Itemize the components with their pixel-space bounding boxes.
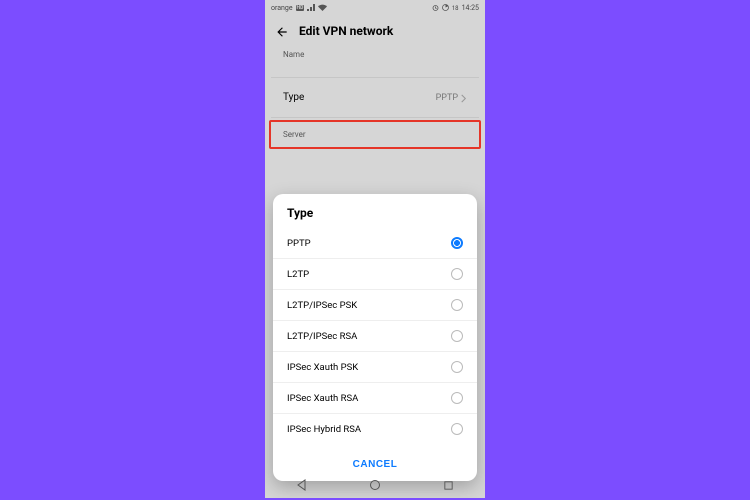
radio-unchecked-icon[interactable] bbox=[451, 392, 463, 404]
back-icon[interactable] bbox=[275, 24, 289, 38]
server-label: Server bbox=[283, 130, 467, 139]
type-option[interactable]: IPSec Xauth RSA bbox=[273, 382, 477, 413]
nav-back-icon[interactable] bbox=[295, 478, 309, 492]
hd-badge: HD bbox=[296, 5, 305, 11]
cancel-button[interactable]: CANCEL bbox=[353, 459, 398, 470]
screen-header: Edit VPN network bbox=[265, 16, 485, 44]
radio-checked-icon[interactable] bbox=[451, 237, 463, 249]
type-option-label: L2TP/IPSec RSA bbox=[287, 331, 451, 342]
alarm-icon bbox=[432, 4, 439, 13]
signal-icon bbox=[307, 4, 315, 13]
type-value: PPTP bbox=[436, 93, 458, 103]
type-option-label: PPTP bbox=[287, 238, 451, 249]
radio-unchecked-icon[interactable] bbox=[451, 330, 463, 342]
type-label: Type bbox=[283, 92, 436, 103]
status-bar: orange HD 18 14:25 bbox=[265, 0, 485, 16]
battery-percent: 18 bbox=[452, 5, 459, 12]
page-title: Edit VPN network bbox=[299, 24, 393, 38]
name-label: Name bbox=[283, 50, 467, 59]
type-option[interactable]: IPSec Xauth PSK bbox=[273, 351, 477, 382]
clock-label: 14:25 bbox=[462, 4, 479, 12]
phone-frame: orange HD 18 14:25 Edit VPN network bbox=[265, 0, 485, 498]
type-row[interactable]: Type PPTP bbox=[271, 78, 479, 118]
type-option[interactable]: IPSec Hybrid RSA bbox=[273, 413, 477, 444]
system-nav-bar bbox=[265, 472, 485, 498]
type-option[interactable]: L2TP/IPSec PSK bbox=[273, 289, 477, 320]
radio-unchecked-icon[interactable] bbox=[451, 423, 463, 435]
type-option-label: IPSec Hybrid RSA bbox=[287, 424, 451, 435]
type-option-label: IPSec Xauth PSK bbox=[287, 362, 451, 373]
sheet-title: Type bbox=[273, 204, 477, 228]
nav-home-icon[interactable] bbox=[368, 478, 382, 492]
chevron-right-icon bbox=[460, 88, 467, 107]
type-option[interactable]: L2TP bbox=[273, 258, 477, 289]
server-field[interactable]: Server bbox=[269, 120, 481, 149]
radio-unchecked-icon[interactable] bbox=[451, 299, 463, 311]
type-option-label: IPSec Xauth RSA bbox=[287, 393, 451, 404]
type-picker-sheet: Type PPTP L2TP L2TP/IPSec PSK L2TP/IPSec RS… bbox=[273, 194, 477, 481]
radio-unchecked-icon[interactable] bbox=[451, 361, 463, 373]
type-option[interactable]: L2TP/IPSec RSA bbox=[273, 320, 477, 351]
battery-icon bbox=[442, 4, 449, 13]
wifi-icon bbox=[318, 4, 327, 13]
name-field[interactable]: Name bbox=[271, 44, 479, 78]
radio-unchecked-icon[interactable] bbox=[451, 268, 463, 280]
carrier-label: orange bbox=[271, 4, 293, 12]
type-option-label: L2TP bbox=[287, 269, 451, 280]
type-option-label: L2TP/IPSec PSK bbox=[287, 300, 451, 311]
type-option[interactable]: PPTP bbox=[273, 228, 477, 258]
nav-recent-icon[interactable] bbox=[441, 478, 455, 492]
